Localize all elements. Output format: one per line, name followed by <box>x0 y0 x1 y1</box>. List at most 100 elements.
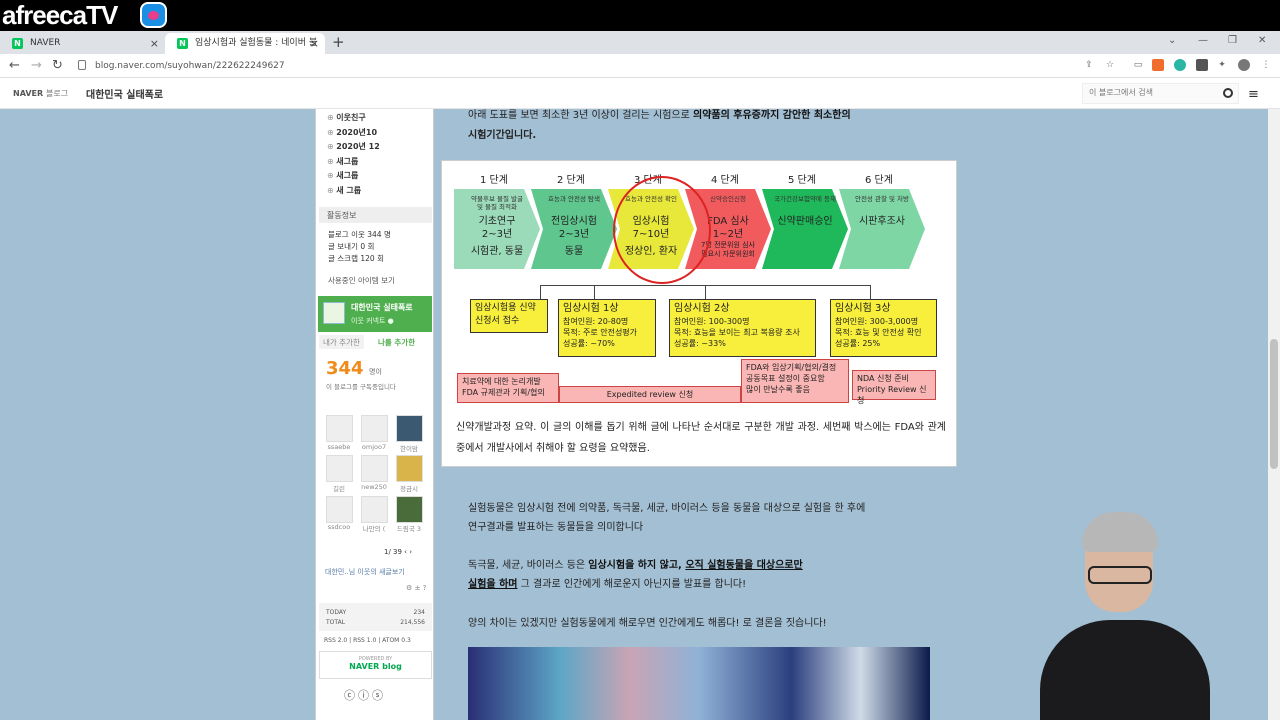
neighbor-unit: 명이 <box>369 368 382 376</box>
neighbor-avatar[interactable] <box>396 496 423 523</box>
naver-blog-logo[interactable]: NAVER 블로그 <box>13 88 68 99</box>
neighbor-name[interactable]: new250 <box>359 483 389 491</box>
clinical-phase-box: 임상시험 1상 참여인원: 20-80명 목적: 주로 안전성평가 성공률: ~70% <box>558 299 656 357</box>
cc-license-icon[interactable]: ⓒⓘⓢ <box>344 687 386 703</box>
blog-search <box>1082 83 1239 104</box>
stat-sent: 글 보내기 0 회 <box>328 242 375 251</box>
highlight-circle <box>613 176 711 284</box>
bookmark-star-icon[interactable]: ☆ <box>1104 59 1116 71</box>
ind-application-box: 임상시험용 신약 신청서 접수 <box>470 299 548 333</box>
stage-label: 6 단계 <box>865 175 893 186</box>
neighbor-name[interactable]: 길린 <box>324 483 354 493</box>
neighbor-avatar[interactable] <box>326 455 353 482</box>
blog-title[interactable]: 대한민국 실태폭로 <box>86 86 163 101</box>
maximize-button[interactable]: ❐ <box>1228 31 1237 51</box>
neighbor-name[interactable]: 한이맘 <box>394 443 424 453</box>
neighbor-name[interactable]: ssdcoo <box>324 523 354 531</box>
phase-detail: 목적: 효능을 보이는 최고 복용량 조사 <box>674 328 800 337</box>
extension-icon[interactable] <box>1174 59 1186 71</box>
neighbor-avatar[interactable] <box>396 455 423 482</box>
tab-added-me[interactable]: 나를 추가한 <box>374 335 419 349</box>
share-icon[interactable]: ⇪ <box>1083 59 1095 71</box>
neighbor-pager[interactable]: 1/ 39 ‹ › <box>384 548 412 556</box>
category-item[interactable]: 새그룹 <box>327 156 358 167</box>
channel-sub: 이웃 커넥트 ● <box>351 317 394 325</box>
neighbor-avatar[interactable] <box>326 496 353 523</box>
extension-icon[interactable] <box>1152 59 1164 71</box>
minimize-button[interactable]: — <box>1198 31 1208 51</box>
category-item[interactable]: 새 그룹 <box>327 185 361 196</box>
new-tab-button[interactable]: + <box>332 31 345 53</box>
post-image[interactable] <box>468 647 930 720</box>
neighbor-avatar[interactable] <box>396 415 423 442</box>
puzzle-icon[interactable]: ✦ <box>1216 59 1228 71</box>
profile-avatar[interactable] <box>1238 59 1250 71</box>
stage-label: 4 단계 <box>711 175 739 186</box>
chevron-subject: 시험관, 동물 <box>470 246 524 257</box>
category-item[interactable]: 새그룹 <box>327 170 358 181</box>
para-2b: 실험을 하며 그 결과로 인간에게 해로운지 아닌지를 발표를 합니다! <box>468 579 747 590</box>
settings-icon[interactable]: ⚙ ± ? <box>406 584 426 592</box>
back-icon[interactable]: ← <box>9 57 20 74</box>
today-label: TODAY <box>326 609 347 616</box>
stream-overlay-bar: afreecaTV <box>0 0 1280 31</box>
rss-links[interactable]: RSS 2.0 | RSS 1.0 | ATOM 0.3 <box>324 637 411 644</box>
items-link[interactable]: 사용중인 아이템 보기 <box>328 275 395 286</box>
menu-kebab-icon[interactable]: ⋮ <box>1260 59 1272 71</box>
tab-added-by-me[interactable]: 내가 추가한 <box>319 335 364 349</box>
stage-chevron: 국가건강보험약에 등재 신약판매승인 <box>762 189 848 269</box>
reload-icon[interactable]: ↻ <box>52 57 63 74</box>
search-icon[interactable] <box>1223 88 1233 98</box>
neighbor-avatar[interactable] <box>361 496 388 523</box>
neighbor-avatar[interactable] <box>361 415 388 442</box>
neighbor-name[interactable]: 나만의 ( <box>359 523 389 533</box>
channel-name: 대한민국 실태폭로 <box>351 303 413 312</box>
chevron-subtitle: 안전성 관찰 및 처방 <box>854 195 910 203</box>
neighbor-avatar[interactable] <box>326 415 353 442</box>
forward-icon[interactable]: → <box>31 57 42 74</box>
total-label: TOTAL <box>326 619 346 626</box>
close-icon[interactable]: × <box>150 33 159 54</box>
chevron-title: 신약판매승인 <box>777 216 833 227</box>
phase-title: 임상시험 3상 <box>835 303 891 314</box>
category-item[interactable]: 2020년 12 <box>327 141 380 152</box>
phase-detail: 목적: 효능 및 안전성 확인 <box>835 328 922 337</box>
category-item[interactable]: 이웃친구 <box>327 112 365 123</box>
blog-header: NAVER 블로그 대한민국 실태폭로 ≡ <box>0 78 1280 109</box>
neighbor-new-posts-link[interactable]: 대한민..님 이웃의 새글보기 <box>325 567 405 577</box>
powered-by-badge[interactable]: POWERED BY NAVER blog <box>319 651 432 679</box>
neighbor-name[interactable]: 정금시 <box>394 483 424 493</box>
tab-blog-post[interactable]: N 임상시험과 실험동물 : 네이버 블 × <box>165 33 325 54</box>
window-close-button[interactable]: ✕ <box>1258 31 1266 51</box>
tab-naver[interactable]: N NAVER × <box>0 33 165 54</box>
blog-favicon-icon: N <box>177 38 188 49</box>
naver-favicon-icon: N <box>12 38 23 49</box>
tab-search-icon[interactable]: ⌄ <box>1168 31 1176 51</box>
scrollbar-thumb[interactable] <box>1270 339 1278 469</box>
scrollbar[interactable] <box>1268 109 1280 720</box>
neighbor-avatar[interactable] <box>361 455 388 482</box>
neighbor-name[interactable]: ssaebe <box>324 443 354 451</box>
para-1b: 연구결과를 발표하는 동물들을 의미합니다 <box>468 522 644 533</box>
extension-icon[interactable] <box>1196 59 1208 71</box>
intro-line-2: 시험기간입니다. <box>468 130 537 141</box>
phase-detail: 성공률: ~70% <box>563 339 615 348</box>
total-count: 214,556 <box>400 619 425 626</box>
hamburger-menu-icon[interactable]: ≡ <box>1248 87 1259 102</box>
diagram-caption: 신약개발과정 요약. 이 글의 이해를 돕기 위해 글에 나타난 순서대로 구분… <box>456 422 946 454</box>
extension-icon[interactable]: ▭ <box>1132 59 1144 71</box>
close-icon[interactable]: × <box>310 33 319 54</box>
stat-scraps: 글 스크랩 120 회 <box>328 254 384 263</box>
url-field[interactable]: blog.naver.com/suyohwan/222622249627 <box>95 59 285 73</box>
channel-card[interactable]: 대한민국 실태폭로 이웃 커넥트 ● <box>318 296 432 332</box>
channel-thumbnail <box>323 302 345 324</box>
chevron-subtitle: 효능과 안전성 탐색 <box>548 195 600 203</box>
chevron-subject: 동물 <box>564 246 584 257</box>
presenter-hair <box>1082 512 1158 552</box>
blog-search-input[interactable] <box>1083 84 1213 101</box>
tab-label: 임상시험과 실험동물 : 네이버 블 <box>195 38 318 48</box>
neighbor-name[interactable]: 드림국 3 <box>394 523 424 533</box>
neighbor-name[interactable]: omjoo7 <box>359 443 389 451</box>
category-item[interactable]: 2020년10 <box>327 127 377 138</box>
phase-detail: 목적: 주로 안전성평가 <box>563 328 638 337</box>
